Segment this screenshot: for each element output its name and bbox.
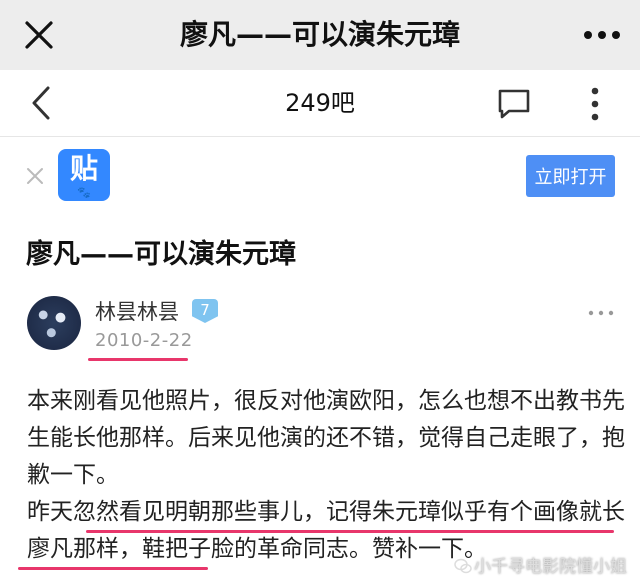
logo-text: 贴 <box>69 152 98 185</box>
paw-icon: 🐾 <box>77 186 91 199</box>
open-app-button[interactable]: 立即打开 <box>526 155 615 197</box>
forum-nav-bar: 249吧 <box>0 70 640 137</box>
wechat-icon <box>454 558 472 574</box>
post-more-icon[interactable] <box>588 309 614 317</box>
back-chevron-icon[interactable] <box>28 85 54 121</box>
post-title: 廖凡——可以演朱元璋 <box>26 239 296 270</box>
tieba-logo: 贴 🐾 <box>58 149 110 201</box>
post-date: 2010-2-22 <box>95 330 193 351</box>
level-badge: 7 <box>192 299 218 323</box>
more-horizontal-icon[interactable] <box>582 22 622 48</box>
window-title: 廖凡——可以演朱元璋 <box>179 18 460 51</box>
date-underline <box>88 358 188 361</box>
highlight-underline <box>86 530 614 533</box>
banner-close-icon[interactable] <box>24 165 46 187</box>
post-body: 本来刚看见他照片，很反对他演欧阳，怎么也想不出教书先生能长他那样。后来见他演的还… <box>27 383 627 568</box>
more-vertical-icon[interactable] <box>585 86 605 122</box>
app-open-banner: 贴 🐾 立即打开 <box>0 137 640 217</box>
close-icon[interactable] <box>22 18 56 52</box>
watermark-text: 小千寻电影院懂小姐 <box>474 557 627 577</box>
app-top-bar: 廖凡——可以演朱元璋 <box>0 0 640 70</box>
author-name[interactable]: 林昙林昙 <box>95 296 179 326</box>
watermark: 小千寻电影院懂小姐 <box>454 552 627 577</box>
post-paragraph: 本来刚看见他照片，很反对他演欧阳，怎么也想不出教书先生能长他那样。后来见他演的还… <box>27 388 625 488</box>
avatar[interactable] <box>27 296 81 350</box>
forum-name: 249吧 <box>285 89 355 117</box>
highlight-underline <box>18 567 208 570</box>
comment-icon[interactable] <box>497 88 531 120</box>
